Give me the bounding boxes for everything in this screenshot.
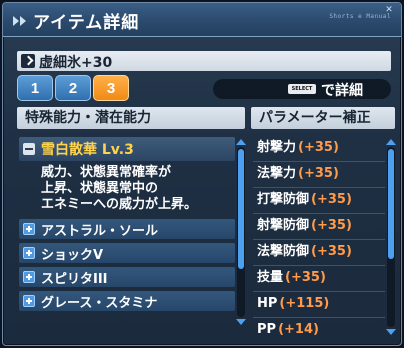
collapse-icon[interactable] [23,143,35,155]
tab-1[interactable]: 1 [17,75,53,101]
stat-name: 射撃力 [257,140,297,155]
stat-value: (+35) [285,270,326,285]
item-name-bar: 虚細氷+30 [17,51,391,71]
expand-icon[interactable] [23,223,35,235]
expand-icon[interactable] [23,247,35,259]
stat-name: HP [257,296,278,311]
stat-row: 法撃力 (+35) [253,163,387,185]
ability-expanded-row[interactable]: 雪白散華 Lv.3 [19,137,235,161]
stat-row: 打撃防御 (+35) [253,189,387,211]
ability-panel-header: 特殊能力・潜在能力 [17,107,245,129]
ability-label: グレース・スタミナ [41,296,158,311]
stat-value: (+35) [311,244,352,259]
scroll-down-icon[interactable] [386,329,396,335]
window-title: アイテム詳細 [33,13,140,33]
expand-icon[interactable] [23,295,35,307]
stat-row: 射撃防御 (+35) [253,215,387,237]
detail-hint[interactable]: SELECT で詳細 [213,79,391,99]
divider [253,239,385,240]
ability-description: 威力、状態異常確率が 上昇、状態異常中の エネミーへの威力が上昇。 [41,165,237,213]
select-key-icon: SELECT [288,84,316,94]
ability-label: ショックV [41,248,104,263]
ability-expanded-name: 雪白散華 Lv.3 [41,142,134,158]
stat-value: (+35) [298,166,339,181]
stat-name: PP [257,322,277,337]
stat-name: 打撃防御 [257,192,310,207]
parameter-scrollbar[interactable] [386,139,396,335]
title-bar: アイテム詳細 ✕ Shorts e Manual [3,3,401,37]
stat-row: PP (+14) [253,319,387,341]
item-detail-window: アイテム詳細 ✕ Shorts e Manual 虚細氷+30 1 2 3 SE… [2,2,402,346]
scroll-up-icon[interactable] [236,139,246,145]
divider [253,317,385,318]
stat-value: (+35) [298,140,339,155]
stat-row: 射撃力 (+35) [253,137,387,159]
ability-scrollbar[interactable] [236,139,246,325]
ability-label: アストラル・ソール [41,224,159,239]
title-chevron-icon [13,16,26,26]
stat-name: 法撃防御 [257,244,310,259]
ability-panel: 特殊能力・潜在能力 雪白散華 Lv.3 威力、状態異常確率が 上昇、状態異常中の… [17,107,246,341]
ability-description-line: エネミーへの威力が上昇。 [41,197,198,212]
parameter-panel-header: パラメーター補正 [251,107,395,129]
stat-name: 射撃防御 [257,218,310,233]
scroll-thumb[interactable] [238,149,244,269]
parameter-panel: パラメーター補正 射撃力 (+35) 法撃力 (+35) 打撃防御 (+35) 射撃防… [251,107,396,341]
detail-label: で詳細 [321,83,363,99]
stat-row: 法撃防御 (+35) [253,241,387,263]
ability-row[interactable]: アストラル・ソール [19,219,235,239]
ability-label: スピリタIII [41,272,108,287]
item-name: 虚細氷+30 [39,55,113,71]
ability-row[interactable]: ショックV [19,243,235,263]
scroll-down-icon[interactable] [236,319,246,325]
ability-row[interactable]: グレース・スタミナ [19,291,235,311]
stat-value: (+115) [279,296,330,311]
title-tag: Shorts e Manual [329,13,391,20]
stat-value: (+14) [278,322,319,337]
divider [253,213,385,214]
scroll-up-icon[interactable] [386,139,396,145]
ability-row[interactable]: スピリタIII [19,267,235,287]
stat-name: 法撃力 [257,166,297,181]
stat-row: 技量 (+35) [253,267,387,289]
stat-name: 技量 [257,270,284,285]
weapon-type-icon [21,54,35,68]
tab-3[interactable]: 3 [93,75,129,101]
stat-row: HP (+115) [253,293,387,315]
scroll-thumb[interactable] [388,149,394,259]
divider [253,265,385,266]
divider [253,187,385,188]
expand-icon[interactable] [23,271,35,283]
divider [253,161,385,162]
tab-2[interactable]: 2 [55,75,91,101]
ability-description-line: 威力、状態異常確率が [41,165,172,180]
stat-value: (+35) [311,192,352,207]
stat-value: (+35) [311,218,352,233]
divider [253,291,385,292]
ability-description-line: 上昇、状態異常中の [41,181,159,196]
